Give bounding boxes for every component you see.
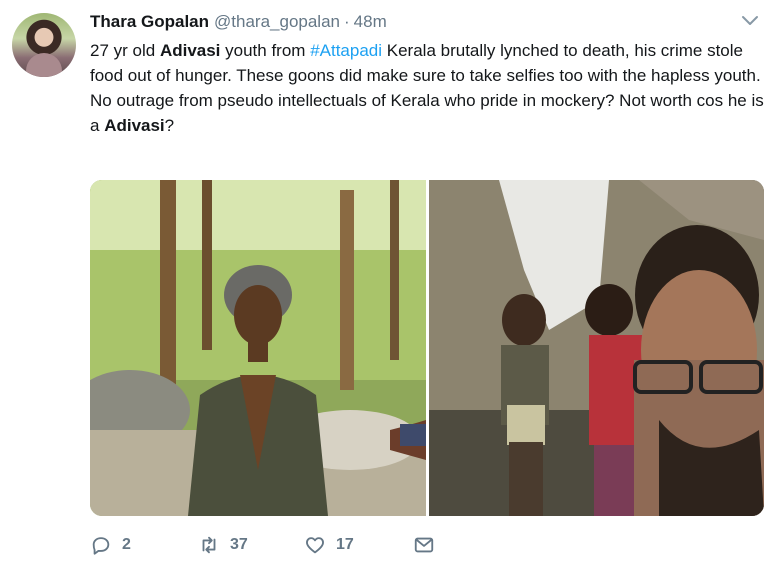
direct-message-button[interactable] [413, 530, 435, 560]
photo-left[interactable] [90, 180, 426, 516]
tweet-paragraph-1: 27 yr old Adivasi youth from #Attapadi K… [90, 38, 766, 88]
separator-dot: · [344, 12, 350, 31]
chevron-down-icon[interactable] [740, 14, 760, 28]
text-run: 27 yr old [90, 41, 160, 60]
tweet-text: 27 yr old Adivasi youth from #Attapadi K… [90, 38, 766, 138]
retweet-icon [202, 536, 216, 554]
tweet-actions: 2 37 17 [90, 530, 650, 560]
avatar-figure [26, 53, 62, 77]
text-run: ? [164, 116, 175, 135]
text-run: youth from [220, 41, 311, 60]
photo-right[interactable] [429, 180, 764, 516]
tweet-paragraph-2: No outrage from pseudo intellectuals of … [90, 88, 766, 138]
like-button[interactable]: 17 [304, 530, 354, 560]
reply-count: 2 [122, 536, 131, 553]
tweet: Thara Gopalan @thara_gopalan · 48m 27 yr… [0, 0, 776, 568]
avatar[interactable] [12, 13, 76, 77]
text-bold: Adivasi [104, 116, 165, 135]
hashtag-link[interactable]: #Attapadi [310, 41, 382, 60]
reply-icon [92, 537, 110, 555]
author-handle[interactable]: @thara_gopalan [214, 12, 340, 32]
envelope-icon [414, 537, 434, 553]
like-count: 17 [336, 536, 354, 553]
photo-forest-scene [90, 180, 426, 516]
text-bold: Adivasi [159, 41, 221, 60]
timestamp[interactable]: 48m [354, 12, 387, 32]
heart-icon [306, 537, 324, 554]
author-name[interactable]: Thara Gopalan [90, 12, 209, 32]
media-grid [90, 180, 764, 516]
retweet-button[interactable]: 37 [198, 530, 248, 560]
photo-selfie-scene [429, 180, 764, 516]
text-run: No outrage from pseudo intellectuals of … [90, 91, 764, 135]
retweet-count: 37 [230, 536, 248, 553]
reply-button[interactable]: 2 [90, 530, 131, 560]
tweet-header: Thara Gopalan @thara_gopalan · 48m [90, 12, 387, 34]
